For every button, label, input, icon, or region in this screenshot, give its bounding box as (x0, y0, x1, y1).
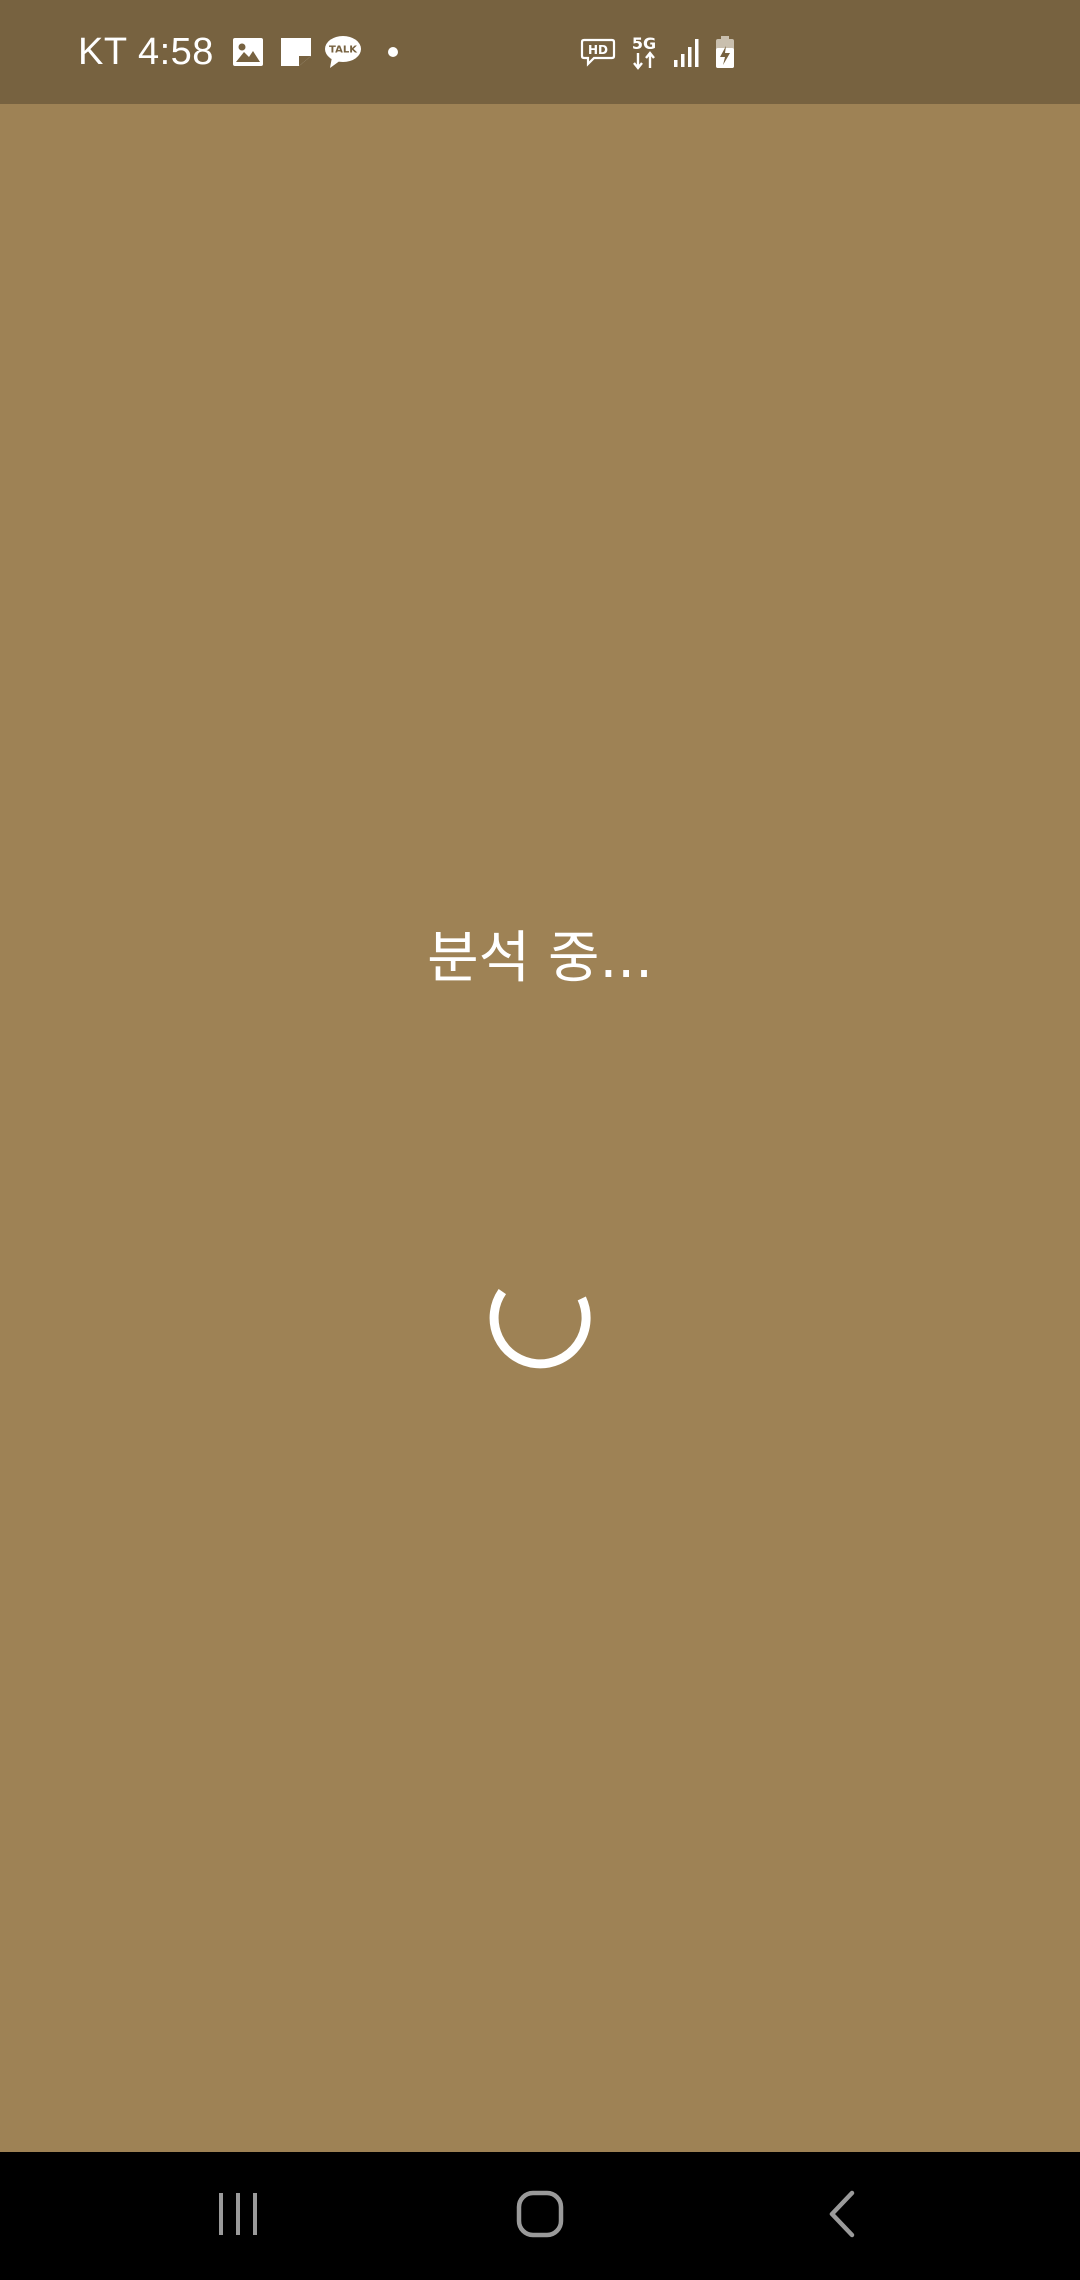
signal-strength-icon (672, 36, 702, 68)
carrier-label: KT (78, 30, 127, 73)
carrier-time: KT 4:58 (78, 31, 214, 74)
navigation-bar (0, 2152, 1080, 2280)
network-label: 5G (632, 34, 656, 53)
hd-label: HD (588, 43, 608, 57)
5g-data-icon: 5G (628, 33, 660, 71)
hd-voice-icon: HD (580, 37, 616, 67)
kakaotalk-badge-text: TALK (329, 45, 358, 56)
main-content: 분석 중... (0, 104, 1080, 2152)
home-icon (515, 2189, 565, 2244)
back-icon (822, 2189, 862, 2244)
battery-charging-icon (714, 35, 736, 69)
clock: 4:58 (137, 30, 214, 73)
recent-apps-icon (213, 2190, 263, 2243)
memo-icon (280, 37, 312, 67)
gallery-icon (232, 37, 264, 67)
home-button[interactable] (500, 2176, 580, 2256)
more-notifications-dot (387, 47, 398, 57)
kakaotalk-icon: TALK (324, 35, 362, 69)
recent-apps-button[interactable] (198, 2176, 278, 2256)
status-bar: KT 4:58 TALK HD 5G (0, 0, 1080, 104)
status-bar-left: KT 4:58 TALK (78, 0, 398, 104)
back-button[interactable] (802, 2176, 882, 2256)
loading-text: 분석 중... (427, 926, 653, 991)
loading-spinner-icon (486, 1264, 594, 1372)
status-bar-right: HD 5G (580, 0, 748, 104)
